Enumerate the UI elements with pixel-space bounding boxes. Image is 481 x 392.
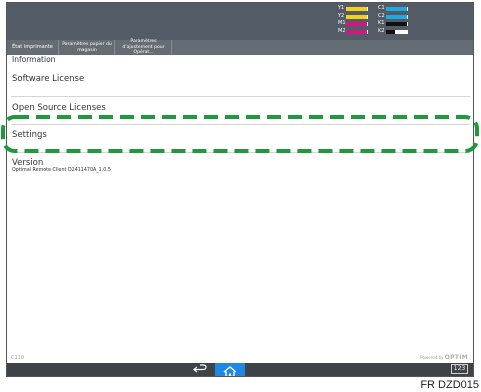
toner-gauge-k2: K2 [378,27,416,35]
dashed-highlight-annotation [1,115,479,153]
device-screen: Y1 C1 Y2 C2 M1 K1 M2 K2 État imprimante Paramèt… [6,2,474,377]
toner-fill [346,14,367,19]
toner-fill [346,22,367,26]
toner-gauge-c1: C1 [378,5,416,12]
menu-item-software-license[interactable]: Software License [11,67,470,97]
powered-by-logo: Powered by OPTIM [420,354,468,361]
software-license-label: Software License [12,74,85,84]
toner-bar [346,22,368,26]
toner-bar [346,7,368,11]
toner-label: C2 [378,12,385,19]
toner-label: M2 [338,27,346,34]
open-source-licenses-label: Open Source Licenses [12,103,106,113]
toner-bar [386,29,408,34]
toner-gauge-y1: Y1 [338,5,376,12]
tab-bar: État imprimante Paramètres papier du mag… [7,39,473,55]
toner-bar [386,22,408,26]
toner-bar [386,14,408,19]
toner-fill [346,7,367,11]
toner-label: M1 [338,20,346,26]
tab-printer-status[interactable]: État imprimante [7,40,59,55]
powered-by-text: Powered by [420,355,444,360]
tab-tray-paper-settings[interactable]: Paramètres papier du magasin [60,40,115,55]
home-icon [223,366,237,376]
toner-bar [346,29,368,34]
version-title: Version [12,158,44,168]
toner-label: C1 [378,5,385,11]
toner-fill [386,14,407,19]
status-bar: Y1 C1 Y2 C2 M1 K1 M2 K2 [7,3,473,40]
toner-fill [386,7,407,11]
toner-gauge-m2: M2 [338,27,376,35]
home-button[interactable] [215,363,245,376]
back-button[interactable] [190,363,212,376]
section-header-information: Information [11,55,470,67]
toner-label: Y1 [338,5,345,11]
version-value: Optimal Remote Client D2411470A_1.0.5 [12,168,111,173]
toner-gauge-c2: C2 [378,12,416,20]
toner-gauge-y2: Y2 [338,12,376,20]
toner-gauge-k1: K1 [378,20,416,27]
toner-levels: Y1 C1 Y2 C2 M1 K1 M2 K2 [338,5,448,38]
toner-bar [346,14,368,19]
toner-gauge-m1: M1 [338,20,376,27]
back-arrow-icon [193,364,207,373]
counter-button[interactable]: 123 [451,364,468,374]
toner-fill [346,29,367,34]
optim-brand: OPTIM [444,354,468,361]
version-info: Version Optimal Remote Client D2411470A_… [12,158,312,174]
figure-caption: FR DZD015 [420,379,479,391]
toner-label: K2 [378,27,385,34]
information-label: Information [12,55,56,64]
toner-label: K1 [378,20,385,26]
toner-fill [386,29,395,34]
toner-fill [386,22,407,26]
toner-label: Y2 [338,12,345,19]
tab-adjustment-settings[interactable]: Paramètres d'ajustement pour Opérat... [116,39,172,55]
toner-bar [386,7,408,11]
bottom-navigation-bar: 123 [7,363,473,376]
model-label: C110 [11,355,25,361]
